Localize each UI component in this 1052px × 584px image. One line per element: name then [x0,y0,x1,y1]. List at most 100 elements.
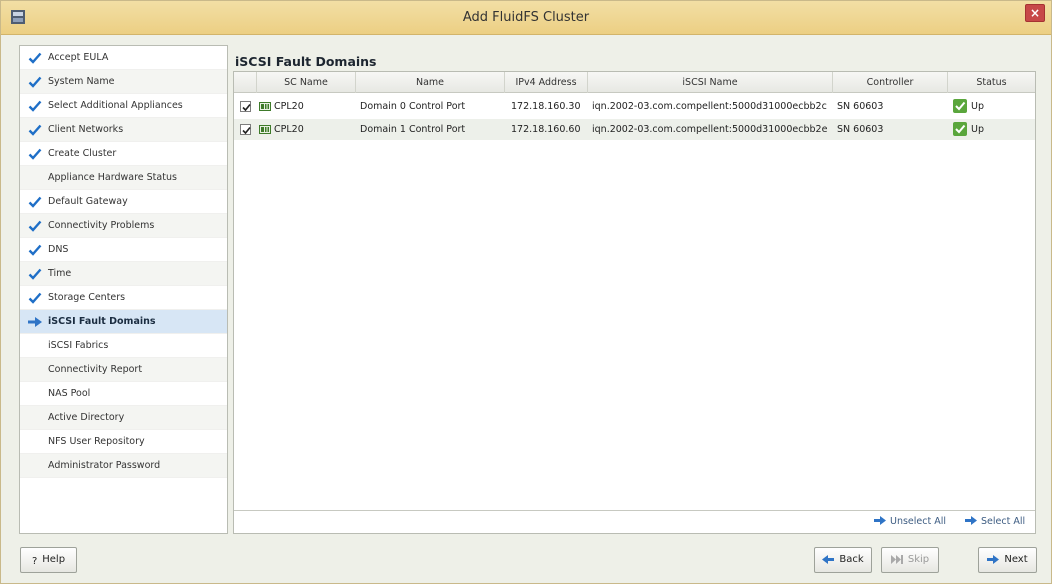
arrow-right-icon [965,516,977,525]
checkmark-icon [242,103,251,112]
sidebar-item-label: Client Networks [48,124,124,135]
sidebar-item-label: Storage Centers [48,292,126,303]
arrow-right-icon [874,516,886,525]
sidebar-item-client-networks[interactable]: Client Networks [20,118,227,142]
sidebar-item-dns[interactable]: DNS [20,238,227,262]
sidebar-item-label: Accept EULA [48,52,109,63]
sidebar-item-label: Appliance Hardware Status [48,172,177,183]
sidebar-item-default-gateway[interactable]: Default Gateway [20,190,227,214]
sidebar-item-administrator-password[interactable]: Administrator Password [20,454,227,478]
cell-sc-name: CPL20 [274,101,304,112]
sidebar-item-connectivity-problems[interactable]: Connectivity Problems [20,214,227,238]
cell-name: Domain 0 Control Port [360,101,466,112]
checkmark-icon [28,220,42,232]
back-label: Back [839,554,864,565]
checkmark-icon [242,126,251,135]
cell-controller: SN 60603 [837,124,884,135]
title-bar: Add FluidFS Cluster × [1,1,1051,35]
table-row[interactable]: CPL20 Domain 0 Control Port 172.18.160.3… [234,96,1035,117]
cell-ipv4: 172.18.160.60 [511,124,581,135]
close-button[interactable]: × [1025,4,1045,22]
header-checkbox-column [234,72,257,93]
skip-label: Skip [907,554,930,565]
sidebar-item-label: Connectivity Report [48,364,143,375]
column-header-status[interactable]: Status [948,72,1035,93]
sidebar-item-label: Administrator Password [48,460,161,471]
table-header: SC Name Name IPv4 Address iSCSI Name Con… [234,72,1035,93]
sidebar-item-connectivity-report[interactable]: Connectivity Report [20,358,227,382]
sidebar-item-create-cluster[interactable]: Create Cluster [20,142,227,166]
cell-ipv4: 172.18.160.30 [511,101,581,112]
cell-status: Up [971,101,984,112]
sidebar-item-accept-eula[interactable]: Accept EULA [20,46,227,70]
wizard-steps-sidebar: Accept EULA System Name Select Additional … [19,45,228,534]
table-row[interactable]: CPL20 Domain 1 Control Port 172.18.160.6… [234,119,1035,140]
column-header-sc-name[interactable]: SC Name [257,72,356,93]
help-label: Help [42,554,66,565]
sidebar-item-label: Active Directory [48,412,125,423]
column-header-name[interactable]: Name [356,72,505,93]
arrow-right-icon [28,317,42,327]
cell-status: Up [971,124,984,135]
skip-button[interactable]: Skip [881,547,939,573]
sidebar-item-label: Create Cluster [48,148,117,159]
sidebar-item-active-directory[interactable]: Active Directory [20,406,227,430]
back-button[interactable]: Back [814,547,872,573]
select-all-label: Select All [981,516,1026,527]
sidebar-item-label: NFS User Repository [48,436,145,447]
sidebar-item-select-additional-appliances[interactable]: Select Additional Appliances [20,94,227,118]
selection-links-bar: Unselect All Select All [234,510,1035,533]
checkmark-icon [28,292,42,304]
sidebar-item-iscsi-fault-domains[interactable]: iSCSI Fault Domains [20,310,227,334]
checkmark-icon [28,196,42,208]
fault-domains-panel: SC Name Name IPv4 Address iSCSI Name Con… [233,71,1036,534]
sidebar-item-label: iSCSI Fault Domains [48,316,156,327]
cell-controller: SN 60603 [837,101,884,112]
sidebar-item-label: System Name [48,76,115,87]
cell-iscsi-name: iqn.2002-03.com.compellent:5000d31000ecb… [592,124,828,135]
sidebar-item-label: NAS Pool [48,388,91,399]
skip-icon [890,555,903,564]
arrow-left-icon [822,555,835,564]
sidebar-item-time[interactable]: Time [20,262,227,286]
checkmark-icon [28,148,42,160]
sidebar-item-label: DNS [48,244,69,255]
sidebar-item-label: Default Gateway [48,196,128,207]
column-header-iscsi-name[interactable]: iSCSI Name [588,72,833,93]
sidebar-item-label: iSCSI Fabrics [48,340,109,351]
checkmark-icon [28,52,42,64]
arrow-right-icon [987,555,1000,564]
sidebar-item-system-name[interactable]: System Name [20,70,227,94]
sidebar-item-nas-pool[interactable]: NAS Pool [20,382,227,406]
help-button[interactable]: ? Help [20,547,77,573]
unselect-all-link[interactable]: Unselect All [874,516,946,527]
next-label: Next [1004,554,1028,565]
unselect-all-label: Unselect All [890,516,946,527]
status-up-icon [953,122,967,136]
help-icon: ? [31,556,38,567]
column-header-ipv4[interactable]: IPv4 Address [505,72,588,93]
cell-name: Domain 1 Control Port [360,124,466,135]
cell-sc-name: CPL20 [274,124,304,135]
status-up-icon [953,99,967,113]
select-all-link[interactable]: Select All [965,516,1025,527]
window-title: Add FluidFS Cluster [462,10,590,25]
row-checkbox[interactable] [240,101,251,112]
next-button[interactable]: Next [978,547,1037,573]
sidebar-item-iscsi-fabrics[interactable]: iSCSI Fabrics [20,334,227,358]
column-header-controller[interactable]: Controller [833,72,948,93]
checkmark-icon [28,124,42,136]
checkmark-icon [28,244,42,256]
sidebar-item-nfs-user-repository[interactable]: NFS User Repository [20,430,227,454]
storage-center-icon [259,102,271,111]
cell-iscsi-name: iqn.2002-03.com.compellent:5000d31000ecb… [592,101,827,112]
sidebar-item-storage-centers[interactable]: Storage Centers [20,286,227,310]
dialog-window: Add FluidFS Cluster × Accept EULA System … [0,0,1052,584]
row-checkbox[interactable] [240,124,251,135]
storage-center-icon [259,125,271,134]
checkmark-icon [28,76,42,88]
sidebar-item-label: Time [48,268,72,279]
checkmark-icon [28,268,42,280]
sidebar-item-appliance-hardware-status[interactable]: Appliance Hardware Status [20,166,227,190]
checkmark-icon [28,100,42,112]
